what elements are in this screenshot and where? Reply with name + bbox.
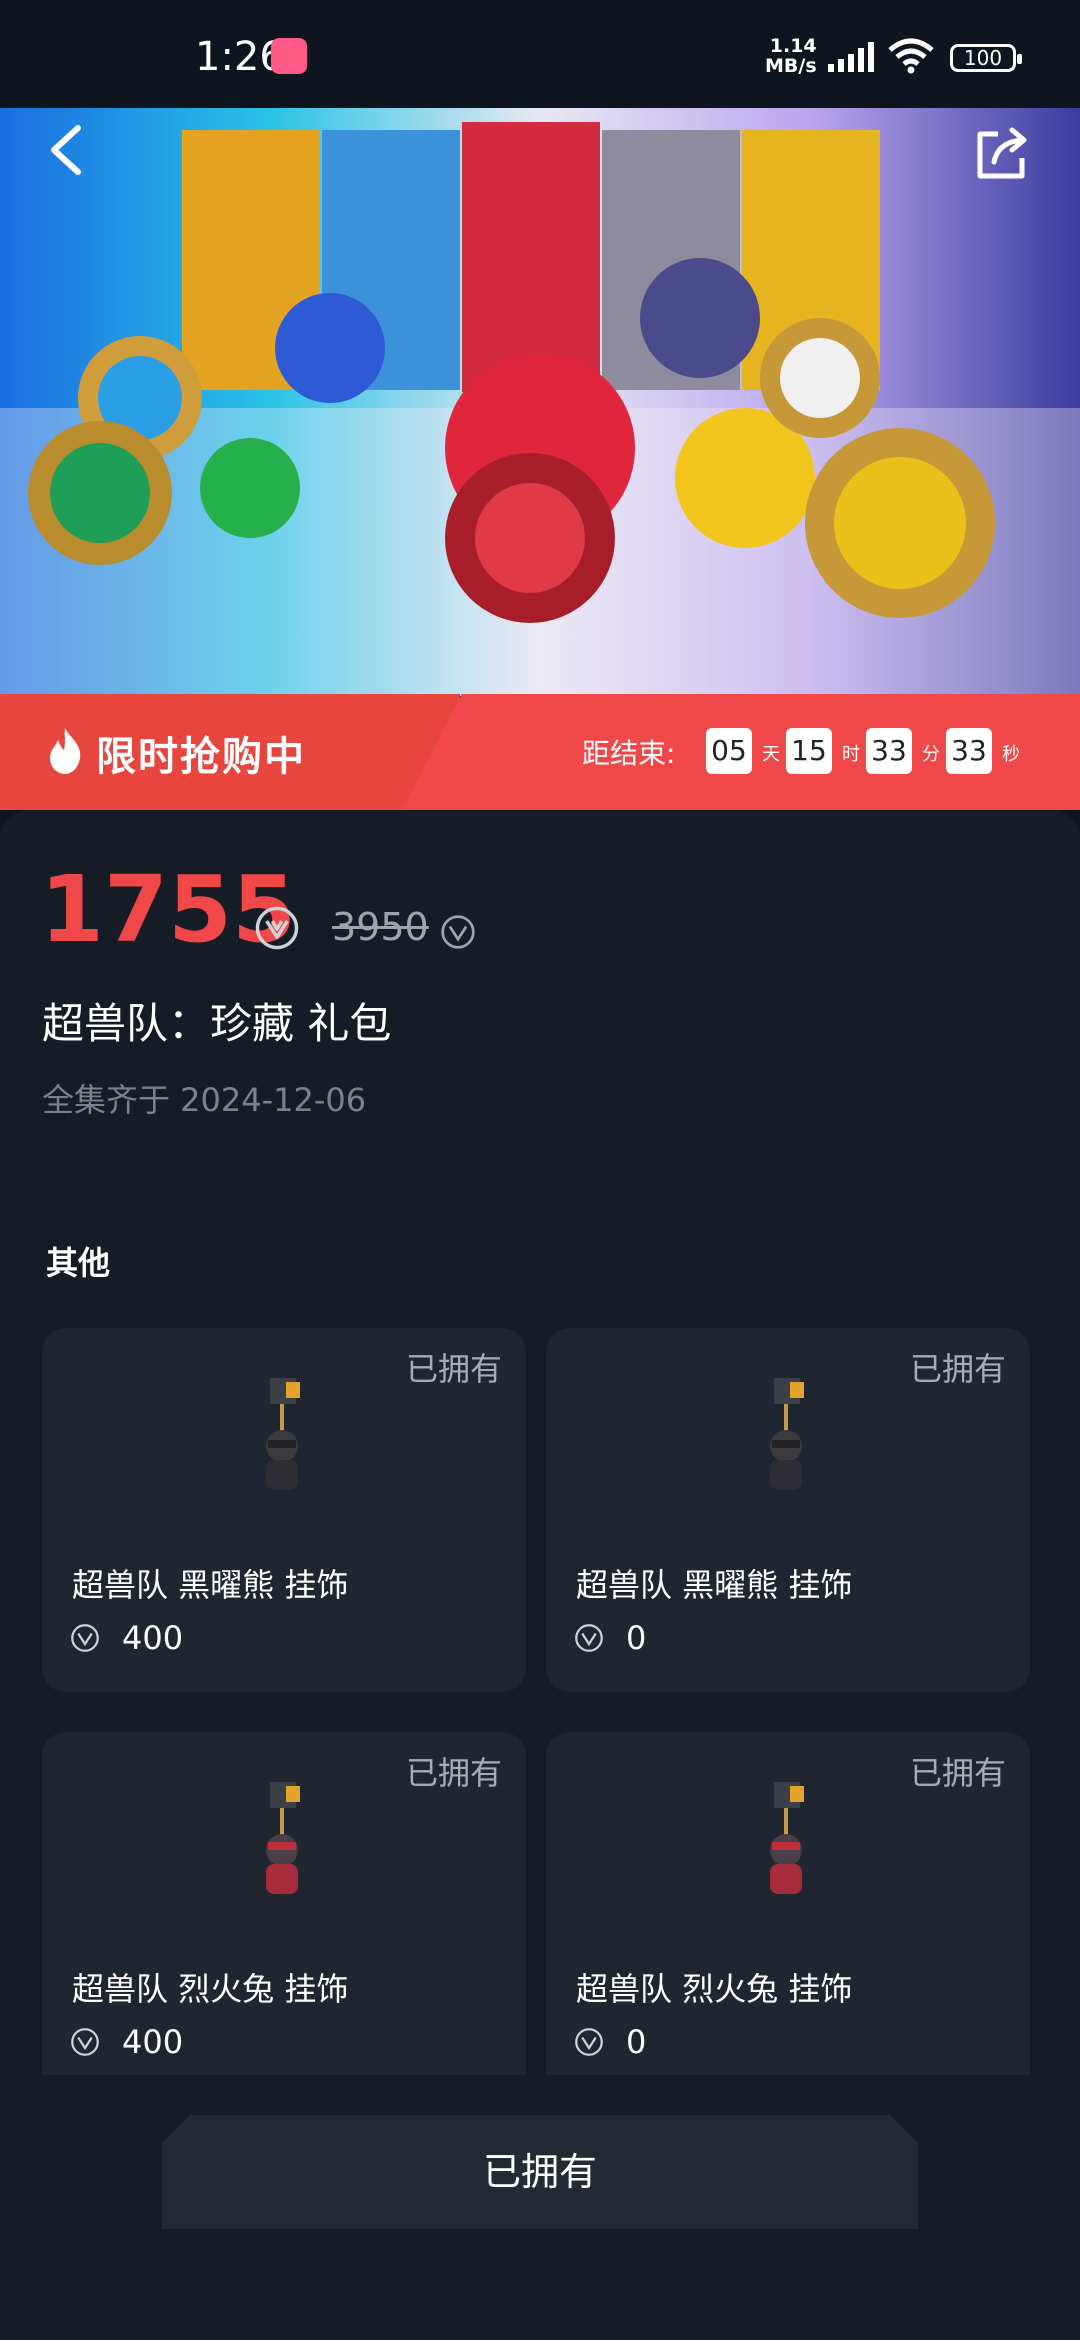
owned-label: 已拥有 [909,1350,1006,1388]
item-card[interactable]: 已拥有 超兽队 烈火兔 挂饰 0 [546,1732,1030,2075]
bear-charm-image [770,1378,804,1490]
item-name: 超兽队 烈火兔 挂饰 [72,1970,349,2008]
rabbit-charm-image [770,1782,804,1894]
item-card[interactable]: 已拥有 超兽队 黑曜熊 挂饰 400 [42,1328,526,1692]
owned-label: 已拥有 [909,1754,1006,1792]
completed-date: 全集齐于 2024-12-06 [42,1081,367,1119]
flash-sale-title: 限时抢购中 [96,734,306,780]
share-icon[interactable] [972,124,1032,184]
countdown-days: 05 [706,728,752,774]
signal-icon [828,42,874,72]
countdown-seconds-unit: 秒 [1002,744,1020,765]
currency-icon-original [441,915,475,949]
bundle-title: 超兽队：珍藏 礼包 [42,999,392,1048]
bundle-banner-image [0,108,1080,696]
item-price: 0 [626,1619,647,1657]
owned-label: 已拥有 [405,1350,502,1388]
section-title-other: 其他 [46,1244,111,1282]
item-name: 超兽队 黑曜熊 挂饰 [72,1566,349,1604]
item-name: 超兽队 黑曜熊 挂饰 [576,1566,853,1604]
back-icon[interactable] [40,120,100,180]
owned-button[interactable]: 已拥有 [162,2115,918,2229]
wifi-icon [888,38,934,74]
currency-icon [575,2028,603,2056]
bear-charm-image [266,1378,300,1490]
owned-label: 已拥有 [405,1754,502,1792]
currency-icon [71,1624,99,1652]
original-price: 3950 [332,905,429,949]
battery-indicator: 100 [950,44,1022,72]
rabbit-charm-image [266,1782,300,1894]
item-name: 超兽队 烈火兔 挂饰 [576,1970,853,2008]
app-notification-icon [271,38,307,74]
fire-icon [50,728,81,774]
countdown-label: 距结束: [582,737,676,770]
item-price: 0 [626,2023,647,2061]
item-card[interactable]: 已拥有 超兽队 黑曜熊 挂饰 0 [546,1328,1030,1692]
countdown-hours: 15 [786,728,832,774]
countdown-seconds: 33 [946,728,992,774]
item-card[interactable]: 已拥有 超兽队 烈火兔 挂饰 400 [42,1732,526,2075]
currency-icon [255,906,299,950]
net-speed-unit: MB/s [765,55,817,77]
item-price: 400 [122,1619,184,1657]
currency-icon [71,2028,99,2056]
net-speed-value: 1.14 [769,35,817,57]
flash-sale-bar: 限时抢购中 距结束: 05 天 15 时 33 分 33 秒 [0,694,1080,810]
item-price: 400 [122,2023,184,2061]
item-grid: 已拥有 超兽队 黑曜熊 挂饰 400 已拥有 超兽队 黑曜熊 挂饰 0 已拥有 [0,1320,1080,2075]
countdown-minutes-unit: 分 [922,744,940,765]
countdown-hours-unit: 时 [842,744,860,765]
countdown-minutes: 33 [866,728,912,774]
currency-icon [575,1624,603,1652]
network-speed: 1.14 MB/s [765,36,817,76]
countdown-days-unit: 天 [762,744,780,765]
